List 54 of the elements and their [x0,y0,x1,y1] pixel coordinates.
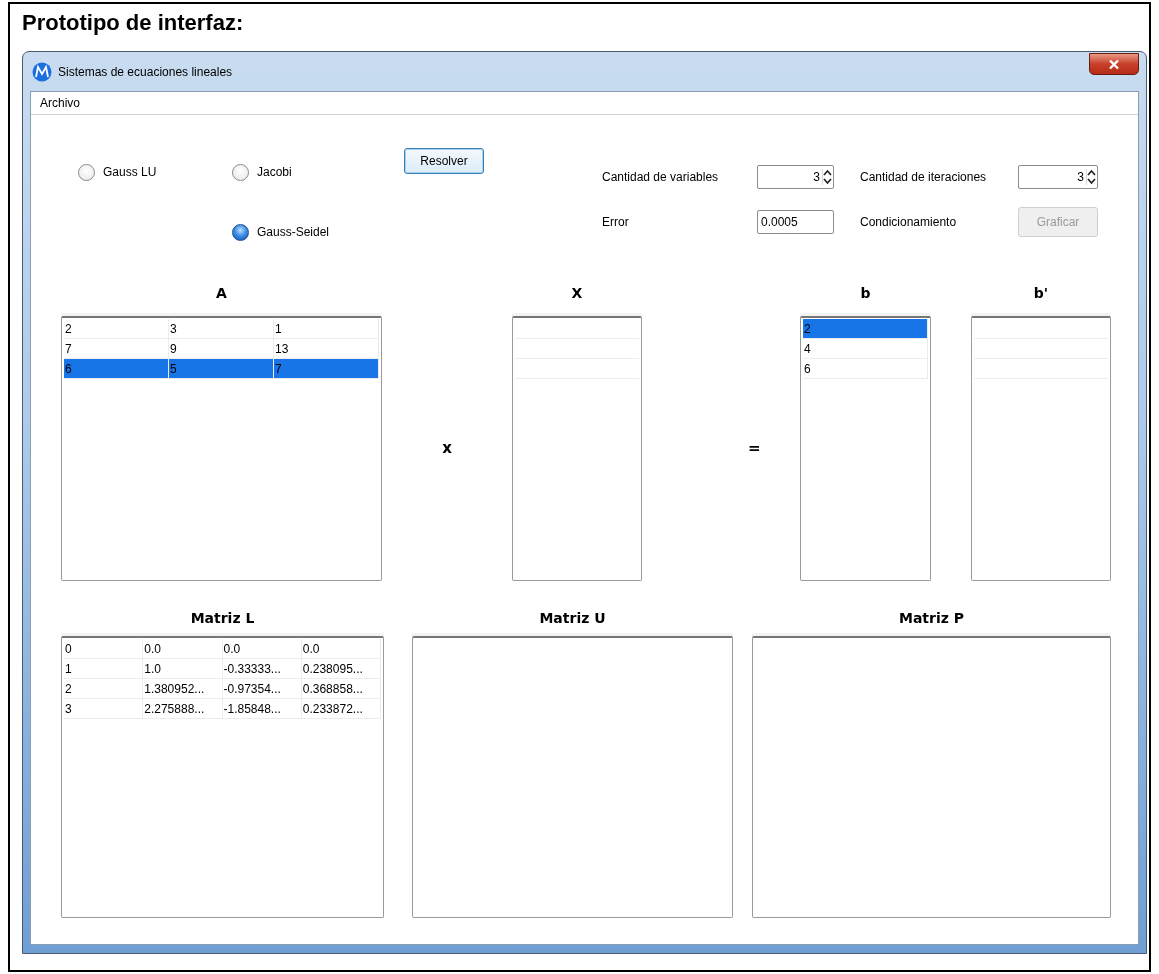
table-cell[interactable]: 2 [64,319,169,339]
table-cell[interactable]: 3 [169,319,274,339]
table-cell[interactable]: 7 [274,359,379,379]
table-cell[interactable]: 5 [169,359,274,379]
matrix-title: b' [1032,284,1050,303]
window-title: Sistemas de ecuaciones lineales [58,63,233,81]
radio-button[interactable] [78,163,95,181]
menu-item[interactable]: Archivo [40,94,80,112]
table-cell[interactable]: -0.33333... [222,659,302,679]
table-cell[interactable]: 3 [64,699,144,719]
table-cell[interactable]: 4 [803,339,928,359]
close-button[interactable] [1089,53,1139,75]
matrix-title: Matriz U [538,609,607,628]
table-cell[interactable]: 2 [64,679,144,699]
matrix-title: Matriz L [189,609,256,628]
matrix-title: A [215,284,228,303]
table-cell[interactable]: 0.368858... [301,679,381,699]
matrix-title: b [859,284,872,303]
table-cell[interactable]: 0 [64,639,144,659]
field-label: Condicionamiento [860,214,958,231]
radio-label: Gauss LU [103,164,157,181]
table-cell[interactable]: -0.97354... [222,679,302,699]
spin-box[interactable]: 3 [757,165,834,189]
operator-sign: x [442,438,452,460]
spin-box[interactable]: 3 [1018,165,1098,189]
table-cell[interactable]: 6 [803,359,928,379]
app-icon [32,61,52,82]
document-heading: Prototipo de interfaz: [22,9,245,37]
table-cell[interactable]: 0.0 [301,639,381,659]
table-cell[interactable]: 1.0 [143,659,223,679]
text-field[interactable]: 0.0005 [757,210,834,234]
table-cell[interactable]: 1.380952... [143,679,223,699]
table-cell[interactable]: 1 [274,319,379,339]
field-label: Cantidad de iteraciones [860,169,988,186]
table-cell[interactable]: -1.85848... [222,699,302,719]
radio-button[interactable] [232,223,249,241]
field-label: Error [602,214,630,231]
radio-label: Gauss-Seidel [257,224,330,241]
table-cell[interactable]: 6 [64,359,169,379]
radio-button[interactable] [232,163,249,181]
close-icon [1108,58,1120,70]
table-cell[interactable]: 0.238095... [301,659,381,679]
matrix-title: X [570,284,584,303]
table-cell[interactable]: 2.275888... [143,699,223,719]
table-cell[interactable]: 2 [803,319,928,339]
table-cell[interactable]: 1 [64,659,144,679]
table-cell[interactable]: 0.0 [222,639,302,659]
table-cell[interactable]: 0.233872... [301,699,381,719]
field-label: Cantidad de variables [602,169,720,186]
solve-button[interactable]: Resolver [404,148,484,174]
radio-label: Jacobi [257,164,292,181]
matrix-title: Matriz P [897,609,966,628]
operator-sign: = [748,438,761,460]
table-cell[interactable]: 0.0 [143,639,223,659]
